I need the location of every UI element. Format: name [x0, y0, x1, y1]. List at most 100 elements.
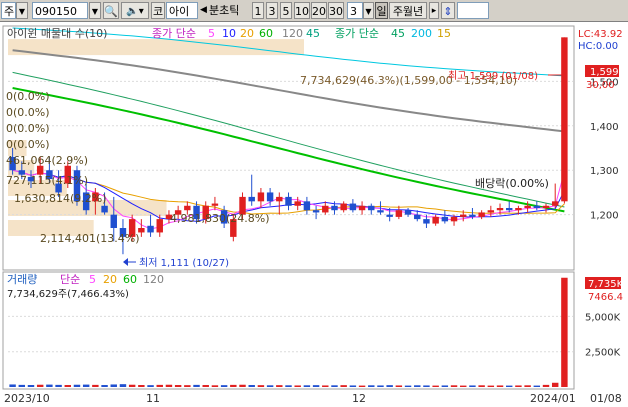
volume-bar	[230, 384, 237, 387]
candle-body	[496, 208, 504, 211]
interval-20[interactable]: 20	[311, 2, 327, 19]
candle-body	[331, 205, 338, 211]
candle-body	[395, 210, 403, 217]
code-dropdown-icon[interactable]: ▼	[89, 2, 101, 19]
x-label-2023-10: 2023/10	[4, 392, 50, 405]
ma-period-5: 5	[208, 27, 215, 40]
extra-input[interactable]	[457, 2, 489, 19]
candle-body	[450, 216, 458, 222]
profile-label-7: 1,630,814(9.2%)	[14, 192, 107, 205]
volume-bar	[239, 384, 246, 387]
stock-name-value: 아이	[169, 5, 190, 18]
volume-bar	[358, 385, 366, 387]
volume-bar	[432, 385, 439, 387]
stock-chart[interactable]: 1,2001,3001,4001,5002,500K5,000K 아이윈 매물대…	[0, 22, 628, 407]
candle-body	[368, 205, 375, 211]
volume-bar	[128, 384, 136, 387]
candle-body	[211, 203, 219, 206]
volume-bar	[119, 384, 127, 387]
volume-bar	[248, 385, 255, 387]
candle-body	[404, 210, 412, 215]
speaker-icon[interactable]: 🔈▾	[121, 2, 149, 19]
interval-value: 3	[350, 5, 357, 18]
volume-bar	[266, 385, 274, 387]
volume-bar	[506, 385, 513, 387]
volume-bar	[368, 385, 375, 387]
interval-30[interactable]: 30	[328, 2, 344, 19]
interval-5[interactable]: 5	[280, 2, 292, 19]
candle-body	[377, 210, 384, 213]
volume-bar	[138, 385, 145, 387]
candle-body	[515, 208, 522, 211]
week-month-year-buttons[interactable]: 주월년	[389, 2, 427, 19]
interval-label: 1	[254, 5, 262, 18]
volume-bar	[331, 385, 338, 387]
volume-badge: 7,735K	[588, 279, 624, 290]
volume-bar	[92, 384, 99, 387]
volume-bar	[441, 385, 449, 387]
lc-label: LC:43.92	[578, 29, 623, 40]
interval-input[interactable]: 3	[347, 2, 363, 19]
interval-1[interactable]: 1	[252, 2, 264, 19]
triangle-left-icon[interactable]: ◀	[200, 2, 208, 19]
volume-bar	[55, 384, 62, 387]
volume-bar	[460, 385, 467, 387]
volume-sub-badge: 7466.4	[588, 292, 623, 303]
interval-dropdown-icon[interactable]: ▼	[363, 2, 374, 19]
volume-bar	[533, 385, 541, 387]
candle-body	[156, 219, 163, 233]
candle-body	[276, 196, 283, 202]
dividend-annotation: 배당락(0.00%)	[475, 177, 549, 190]
ma-period-45b: 45	[391, 27, 405, 40]
volume-bar	[469, 385, 476, 387]
candle-body	[257, 192, 265, 202]
interval-3[interactable]: 3	[266, 2, 278, 19]
market-tag[interactable]: 코	[151, 2, 165, 19]
volume-bar	[303, 385, 311, 387]
interval-label: 5	[282, 5, 290, 18]
stock-code-input[interactable]: 090150	[32, 2, 88, 19]
candle-body	[322, 205, 329, 213]
vol-ma-5: 5	[89, 273, 96, 286]
volume-tick-label: 5,000K	[585, 312, 621, 323]
price-legend-title: 아이윈 매물대 수(10)	[7, 26, 107, 40]
ma-label-1: 종가 단순	[152, 27, 196, 40]
profile-band	[8, 39, 304, 56]
ma-period-200: 200	[411, 27, 432, 40]
interval-10[interactable]: 10	[294, 2, 310, 19]
chevron-down-icon[interactable]: ▼	[16, 2, 28, 19]
candle-body	[285, 196, 292, 206]
volume-bar	[46, 384, 53, 387]
up-down-arrow-icon[interactable]: ⇕	[441, 2, 455, 19]
chevron-right-icon[interactable]: ▸	[429, 2, 439, 19]
search-icon[interactable]: 🔍	[103, 2, 119, 19]
x-label-11: 11	[146, 392, 160, 405]
volume-bar	[496, 385, 504, 387]
candle-body	[340, 203, 347, 211]
sub-price-badge: 30,00	[586, 80, 615, 91]
period-tab[interactable]: 분초틱	[209, 2, 251, 19]
interval-label: 10	[295, 5, 309, 18]
market-selector[interactable]: 주	[1, 2, 16, 19]
volume-bar	[450, 385, 458, 387]
candle-body	[551, 201, 559, 206]
candle-body	[101, 205, 108, 213]
stock-name-field[interactable]: 아이	[166, 2, 198, 19]
hc-label: HC:0.00	[578, 41, 618, 52]
ma-period-15: 15	[437, 27, 451, 40]
vol-ma-120: 120	[143, 273, 164, 286]
ma-period-45: 45	[306, 27, 320, 40]
ma-period-120: 120	[282, 27, 303, 40]
volume-bar	[101, 385, 108, 387]
stock-code-value: 090150	[35, 5, 77, 18]
volume-bar	[220, 385, 228, 387]
volume-bar	[478, 385, 485, 387]
volume-bar	[285, 385, 292, 387]
day-button[interactable]: 일	[375, 2, 388, 19]
volume-bar	[404, 385, 412, 387]
volume-bar	[276, 385, 283, 387]
week-month-year-label: 주월년	[392, 5, 424, 18]
price-tick-label: 1,400	[590, 122, 619, 133]
candle-body	[524, 205, 531, 208]
volume-legend-title: 거래량	[7, 273, 37, 286]
